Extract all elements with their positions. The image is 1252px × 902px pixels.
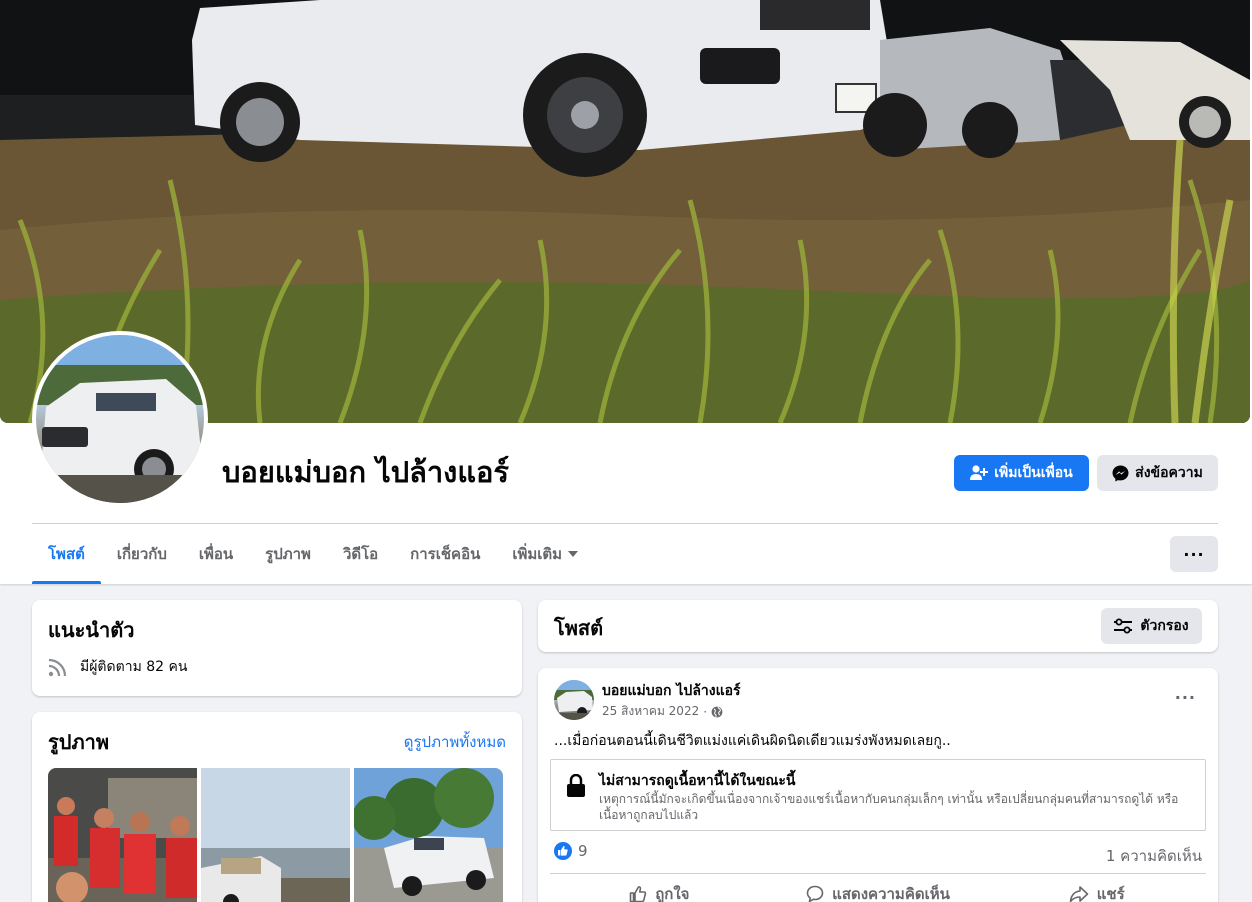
profile-tabs: โพสต์ เกี่ยวกับ เพื่อน รูปภาพ วิดีโอ การ… <box>32 524 594 584</box>
actions-divider <box>550 873 1206 874</box>
intro-card: แนะนำตัว มีผู้ติดตาม 82 คน <box>32 600 522 696</box>
rss-icon <box>48 658 67 677</box>
like-icon <box>629 886 647 902</box>
comment-icon <box>806 885 824 902</box>
share-icon <box>1069 886 1089 902</box>
tab-photos[interactable]: รูปภาพ <box>249 524 327 584</box>
post-date[interactable]: 25 สิงหาคม 2022 <box>602 702 699 721</box>
profile-picture[interactable] <box>32 331 208 507</box>
post-author-avatar[interactable] <box>554 680 594 720</box>
tab-checkins-label: การเช็คอิน <box>410 545 481 563</box>
post-card: บอยแม่บอก ไปล้างแอร์ 25 สิงหาคม 2022 · ·… <box>538 668 1218 902</box>
tab-posts-label: โพสต์ <box>48 545 85 563</box>
filter-icon <box>1114 618 1133 634</box>
filter-label: ตัวกรอง <box>1140 618 1189 634</box>
tab-checkins[interactable]: การเช็คอิน <box>394 524 496 584</box>
post-meta: 25 สิงหาคม 2022 · <box>602 702 723 721</box>
comments-count[interactable]: 1 ความคิดเห็น <box>1106 844 1202 868</box>
photos-card: รูปภาพ ดูรูปภาพทั้งหมด <box>32 712 522 902</box>
posts-title: โพสต์ <box>554 616 604 640</box>
post-author-name[interactable]: บอยแม่บอก ไปล้างแอร์ <box>602 680 741 702</box>
tab-posts[interactable]: โพสต์ <box>32 524 101 584</box>
filter-button[interactable]: ตัวกรอง <box>1101 608 1202 644</box>
reactions-summary[interactable]: 9 <box>554 842 588 860</box>
add-friend-icon <box>970 465 989 480</box>
add-friend-label: เพิ่มเป็นเพื่อน <box>994 465 1073 481</box>
photo-thumbnail[interactable] <box>201 768 350 902</box>
followers-text: มีผู้ติดตาม 82 คน <box>80 659 188 675</box>
post-options-button[interactable]: ··· <box>1175 688 1196 707</box>
posts-header-card: โพสต์ ตัวกรอง <box>538 600 1218 652</box>
globe-icon <box>711 706 723 717</box>
tab-friends[interactable]: เพื่อน <box>183 524 249 584</box>
intro-title: แนะนำตัว <box>48 618 135 642</box>
unavailable-title: ไม่สามารถดูเนื้อหานี้ได้ในขณะนี้ <box>599 773 796 789</box>
unavailable-description: เหตุการณ์นี้มักจะเกิดขึ้นเนื่องจากเจ้าขอ… <box>599 792 1179 822</box>
tab-friends-label: เพื่อน <box>198 545 234 563</box>
message-label: ส่งข้อความ <box>1135 465 1203 481</box>
see-all-photos-link[interactable]: ดูรูปภาพทั้งหมด <box>404 730 506 754</box>
share-button[interactable]: แชร์ <box>987 878 1206 902</box>
photos-title: รูปภาพ <box>48 730 110 754</box>
chevron-down-icon <box>568 551 579 557</box>
followers-row: มีผู้ติดตาม 82 คน <box>48 656 187 678</box>
share-label: แชร์ <box>1096 885 1125 902</box>
post-meta-separator: · <box>703 704 708 719</box>
like-label: ถูกใจ <box>655 885 690 902</box>
comment-button[interactable]: แสดงความคิดเห็น <box>769 878 988 902</box>
tab-about[interactable]: เกี่ยวกับ <box>101 524 183 584</box>
like-reaction-icon <box>554 842 572 860</box>
message-button[interactable]: ส่งข้อความ <box>1097 455 1218 491</box>
tab-more[interactable]: เพิ่มเติม <box>496 524 594 584</box>
tab-videos-label: วิดีโอ <box>342 545 379 563</box>
photo-thumbnail[interactable] <box>48 768 197 902</box>
photo-thumbnail[interactable] <box>354 768 503 902</box>
tab-videos[interactable]: วิดีโอ <box>327 524 394 584</box>
post-text: ...เมื่อก่อนตอนนี้เดินชีวิตแม่งแค่เดินผิ… <box>554 733 951 749</box>
post-actions: ถูกใจ แสดงความคิดเห็น แชร์ <box>550 878 1206 902</box>
tab-photos-label: รูปภาพ <box>265 545 311 563</box>
tab-about-label: เกี่ยวกับ <box>116 545 167 563</box>
tab-more-label: เพิ่มเติม <box>512 545 563 563</box>
likes-count: 9 <box>578 842 588 860</box>
profile-more-button[interactable]: ··· <box>1170 536 1218 572</box>
comment-label: แสดงความคิดเห็น <box>832 885 950 902</box>
add-friend-button[interactable]: เพิ่มเป็นเพื่อน <box>954 455 1089 491</box>
messenger-icon <box>1112 465 1129 481</box>
photo-grid <box>48 768 503 902</box>
lock-icon <box>567 774 585 797</box>
profile-picture-image <box>36 335 204 503</box>
profile-name: บอยแม่บอก ไปล้างแอร์ <box>222 455 509 489</box>
like-button[interactable]: ถูกใจ <box>550 878 769 902</box>
unavailable-content-box: ไม่สามารถดูเนื้อหานี้ได้ในขณะนี้ เหตุการ… <box>550 759 1206 831</box>
